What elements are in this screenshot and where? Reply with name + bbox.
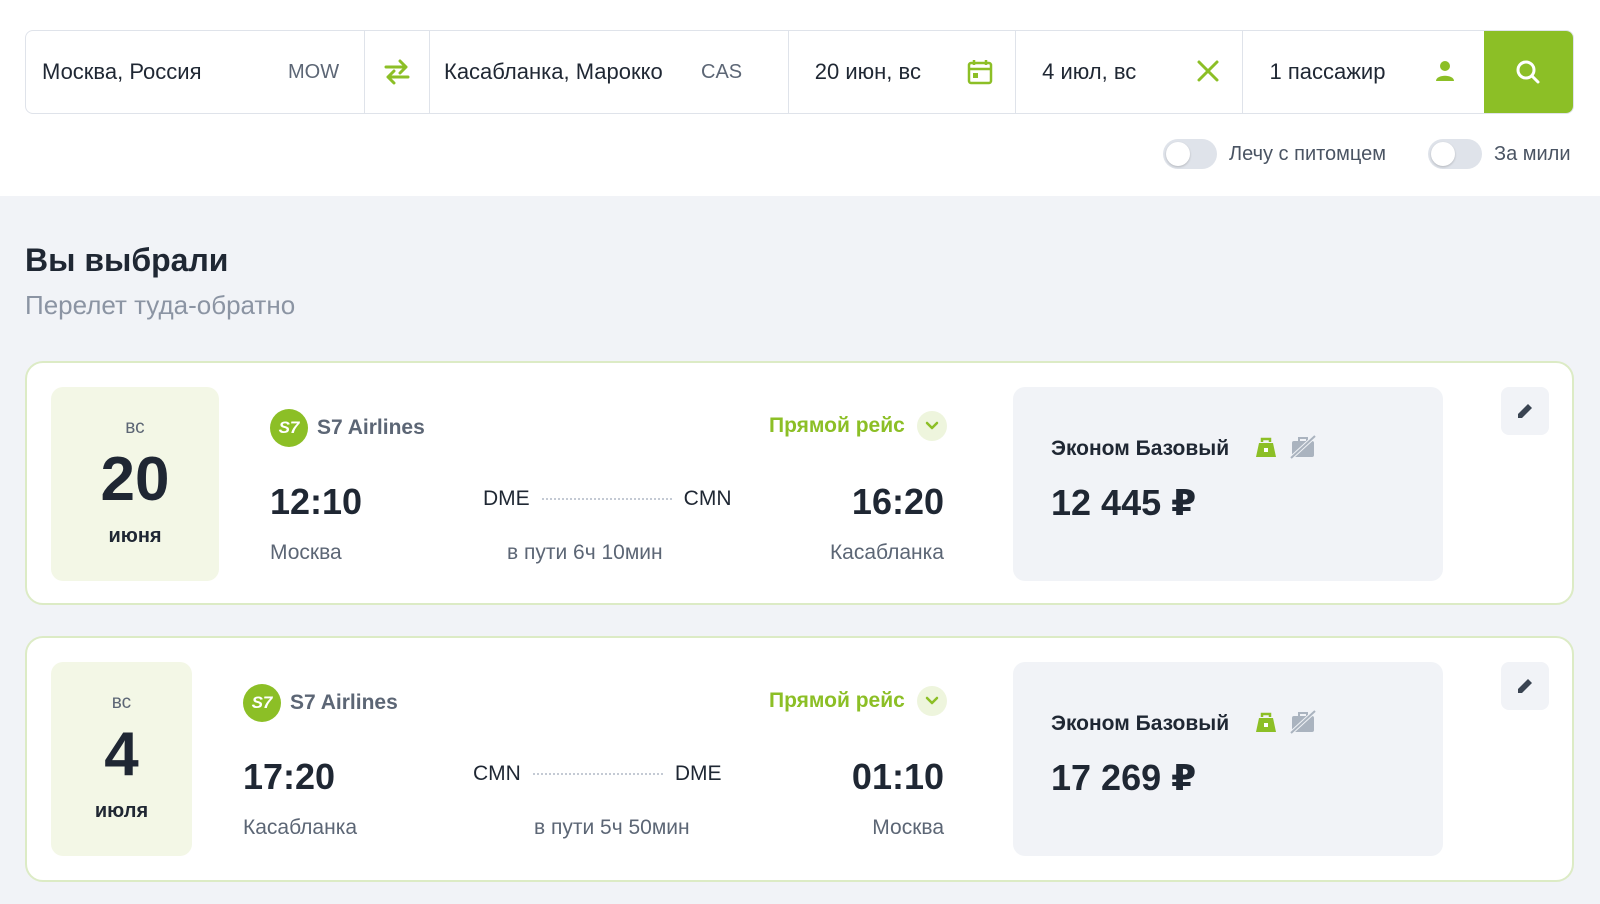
fare-baggage-icons [1253,435,1317,459]
search-button[interactable] [1483,31,1573,113]
fare-name: Эконом Базовый [1051,437,1230,460]
date-month: июня [108,525,162,547]
calendar-icon[interactable] [967,59,993,85]
flight-duration: в пути 6ч 10мин [507,541,663,564]
arrival-time: 16:20 [851,481,944,522]
chevron-down-icon [916,411,947,441]
carry-on-bag-icon [1256,712,1276,732]
date-badge: вс 20 июня [51,387,219,581]
flight-duration: в пути 5ч 50мин [534,816,690,839]
pencil-icon [1518,679,1532,693]
date-month: июля [94,800,149,822]
fare-name: Эконом Базовый [1051,712,1230,735]
page-subtitle: Перелет туда-обратно [25,290,296,320]
no-baggage-icon [1289,435,1317,459]
return-date-field[interactable]: 4 июл, вс [1016,31,1244,113]
airline-name: S7 Airlines [290,691,398,714]
swap-arrows-icon [384,59,410,85]
fare-panel: Эконом Базовый 17 269 ₽ [1013,662,1443,856]
direct-flight-label: Прямой рейс [769,689,905,712]
depart-date: 20 июн, вс [814,59,921,84]
search-panel: Москва, Россия MOW Касабланка, Марокко C… [0,0,1600,196]
date-weekday: вс [111,692,132,713]
arrival-time: 01:10 [851,756,944,797]
miles-toggle-label: За мили [1494,142,1571,165]
route-dots [541,498,672,500]
swap-button[interactable] [365,31,430,113]
arrival-airport: CMN [683,487,732,510]
date-day: 20 [100,445,170,514]
route-dots [532,773,663,775]
passengers-field[interactable]: 1 пассажир [1243,31,1483,113]
airline-logo: S7 [243,684,281,722]
flight-card-outbound: вс 20 июня S7 S7 Airlines Прямой рейс 12… [25,361,1574,605]
miles-toggle[interactable] [1428,139,1482,169]
arrival-city: Касабланка [829,541,944,564]
pet-option[interactable]: Лечу с питомцем [1163,138,1386,170]
flight-search-bar: Москва, Россия MOW Касабланка, Марокко C… [25,30,1574,114]
airline-info: S7 S7 Airlines [270,409,425,447]
direct-flight-label: Прямой рейс [769,414,905,437]
return-date: 4 июл, вс [1042,59,1137,84]
carry-on-bag-icon [1256,437,1276,457]
no-baggage-icon [1289,710,1317,734]
direct-flight-toggle[interactable]: Прямой рейс [769,686,947,716]
departure-city: Москва [270,541,342,564]
edit-return-button[interactable] [1501,662,1549,710]
chevron-down-icon [916,686,947,716]
origin-code: MOW [288,61,340,83]
close-icon[interactable] [1196,59,1220,83]
passengers-count: 1 пассажир [1269,59,1386,84]
origin-field[interactable]: Москва, Россия MOW [26,31,366,113]
origin-city: Москва, Россия [42,59,202,84]
miles-option[interactable]: За мили [1428,138,1571,170]
search-icon [1516,60,1540,84]
flight-card-return: вс 4 июля S7 S7 Airlines Прямой рейс 17:… [25,636,1574,882]
edit-outbound-button[interactable] [1501,387,1549,435]
airline-name: S7 Airlines [317,416,425,439]
pet-toggle[interactable] [1163,139,1217,169]
destination-code: CAS [701,61,743,83]
destination-field[interactable]: Касабланка, Марокко CAS [430,31,789,113]
departure-city: Касабланка [243,816,358,839]
departure-airport: DME [483,487,530,510]
airline-info: S7 S7 Airlines [243,684,398,722]
route-line: CMN DME [473,762,722,786]
destination-city: Касабланка, Марокко [444,59,663,84]
depart-date-field[interactable]: 20 июн, вс [789,31,1017,113]
date-day: 4 [104,720,139,789]
fare-price: 12 445 ₽ [1051,482,1197,523]
date-weekday: вс [125,417,145,438]
fare-baggage-icons [1253,710,1317,734]
departure-time: 17:20 [243,756,336,797]
route-line: DME CMN [483,487,732,511]
page-title: Вы выбрали [25,242,229,278]
pet-toggle-label: Лечу с питомцем [1229,142,1387,165]
person-icon [1435,61,1454,81]
pencil-icon [1518,404,1532,418]
fare-panel: Эконом Базовый 12 445 ₽ [1013,387,1443,581]
date-badge: вс 4 июля [51,662,192,856]
direct-flight-toggle[interactable]: Прямой рейс [769,411,947,441]
departure-airport: CMN [473,762,521,785]
arrival-city: Москва [872,816,944,839]
fare-price: 17 269 ₽ [1051,757,1197,798]
arrival-airport: DME [674,762,722,785]
departure-time: 12:10 [270,481,363,522]
airline-logo: S7 [270,409,308,447]
